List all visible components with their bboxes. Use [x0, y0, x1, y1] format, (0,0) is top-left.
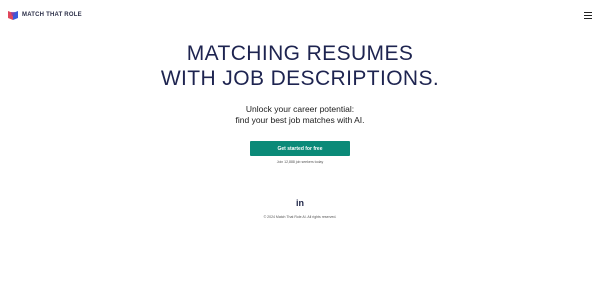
copyright-text: © 2024 Match That Role AI. All rights re…: [263, 215, 337, 219]
hero-title-line-2: WITH JOB DESCRIPTIONS.: [160, 67, 440, 90]
linkedin-icon[interactable]: in: [294, 198, 306, 208]
hero-title: MATCHING RESUMES WITH JOB DESCRIPTIONS.: [0, 41, 600, 91]
hero-subtitle-line-2: find your best job matches with AI.: [235, 115, 365, 125]
hamburger-menu-icon[interactable]: [584, 12, 592, 19]
brand-logo-link[interactable]: MATCH THAT ROLE: [8, 10, 82, 20]
site-header: MATCH THAT ROLE: [0, 0, 600, 32]
match-that-role-logo-icon: [8, 11, 18, 20]
brand-name: MATCH THAT ROLE: [22, 12, 82, 18]
hero-subtitle-line-1: Unlock your career potential:: [245, 104, 355, 114]
hero-title-line-1: MATCHING RESUMES: [186, 42, 414, 65]
get-started-button[interactable]: Get started for free: [250, 141, 350, 156]
join-count-text: Join 12,888 job seekers today: [276, 160, 324, 164]
hero-subtitle: Unlock your career potential: find your …: [0, 104, 600, 126]
